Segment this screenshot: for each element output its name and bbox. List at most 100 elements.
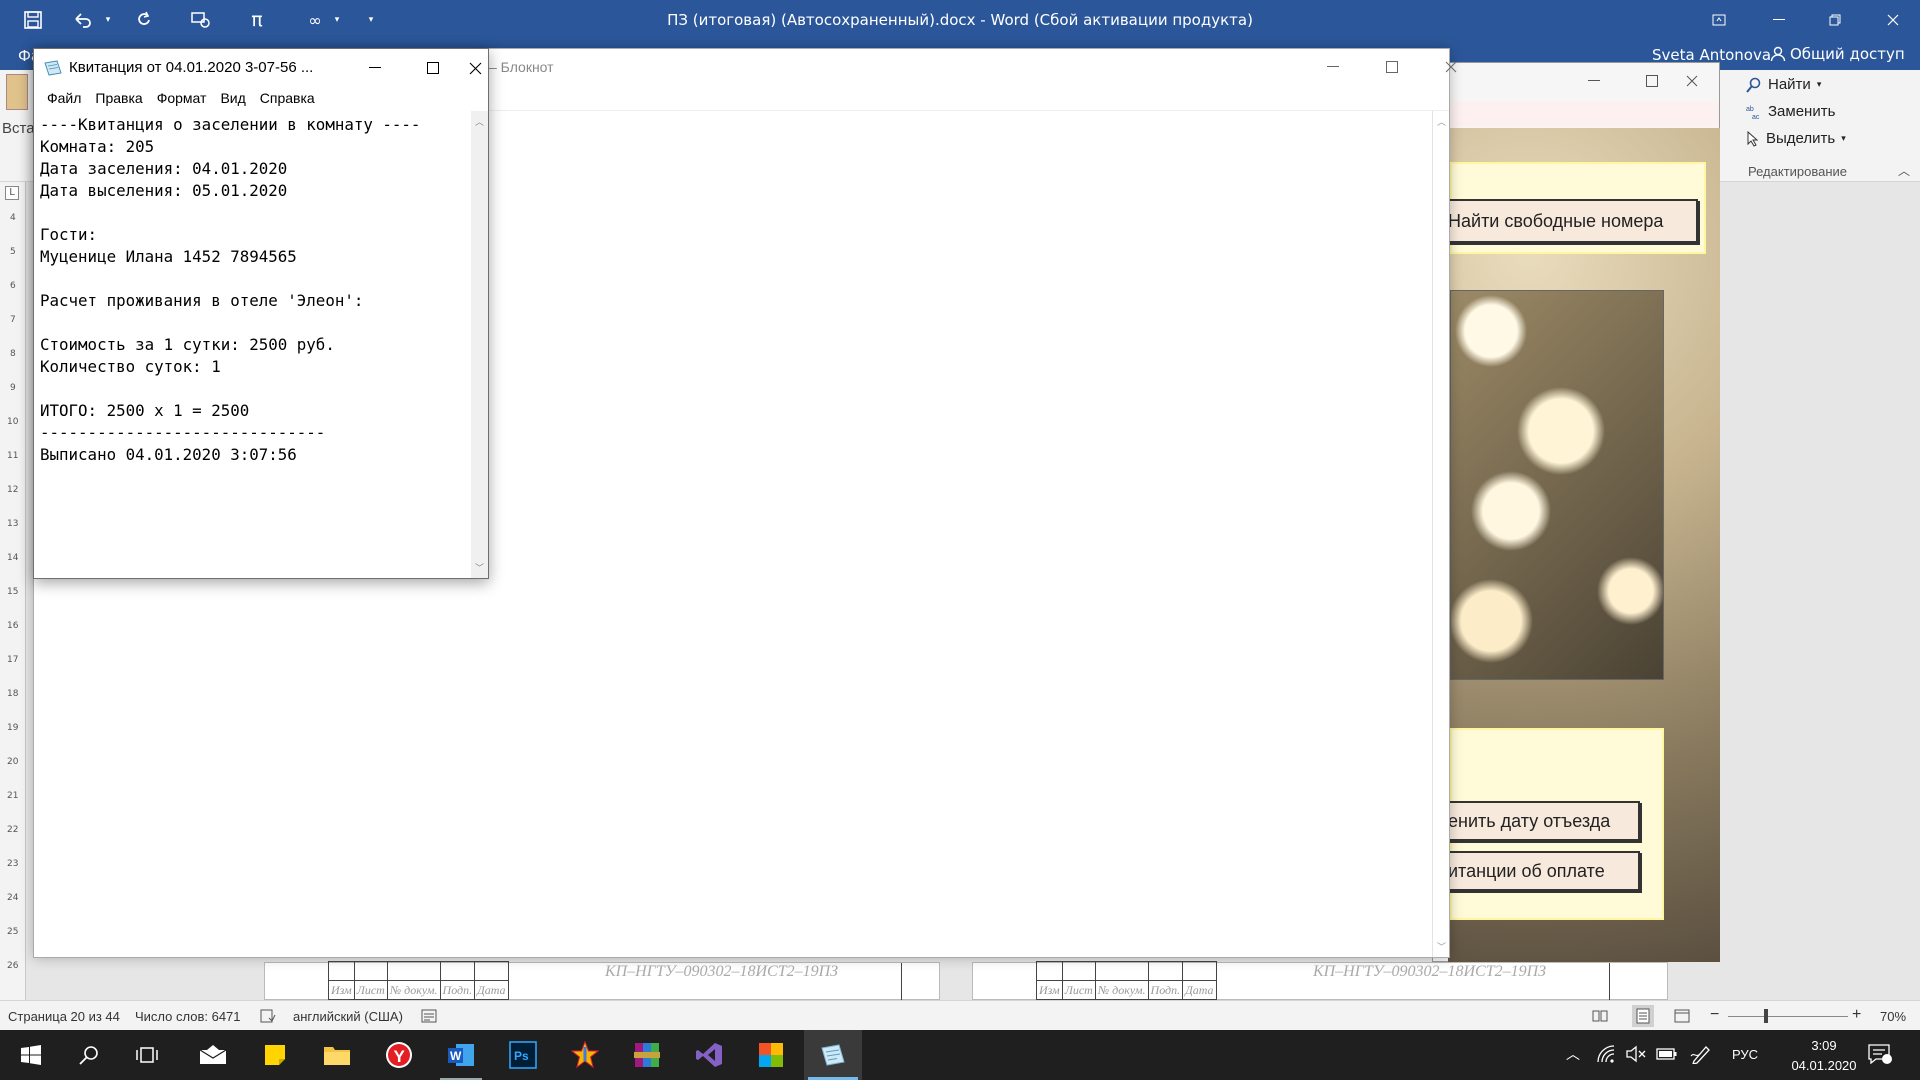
notepad-back-scrollbar[interactable]: ︿ ﹀ <box>1432 111 1449 957</box>
pen-icon[interactable] <box>1690 1044 1712 1064</box>
select-button[interactable]: Выделить ▾ <box>1746 130 1846 147</box>
clock[interactable]: 3:09 04.01.2020 <box>1764 1036 1884 1076</box>
word-restore-icon[interactable] <box>1812 0 1858 40</box>
print-receipt-button[interactable]: итанции об оплате <box>1440 851 1640 891</box>
notepad-minimize-icon[interactable] <box>346 49 404 87</box>
network-icon[interactable] <box>1596 1045 1616 1063</box>
replace-label: Заменить <box>1768 103 1836 120</box>
svg-text:14: 14 <box>7 553 19 563</box>
notepad-back-minimize-icon[interactable] <box>1304 49 1362 85</box>
text-line: Количество суток: 1 <box>40 357 221 376</box>
notepad-titlebar[interactable]: Квитанция от 04.01.2020 3-07-56 ... <box>34 49 488 87</box>
word-window-title: ПЗ (итоговая) (Автосохраненный).docx - W… <box>667 11 1253 29</box>
read-mode-icon[interactable] <box>1592 1009 1608 1023</box>
notifications-icon[interactable] <box>1868 1044 1892 1064</box>
menu-help[interactable]: Справка <box>253 87 322 111</box>
menu-edit[interactable]: Правка <box>88 87 149 111</box>
notepad-back-close-icon[interactable] <box>1422 49 1480 85</box>
sticky-notes-icon[interactable] <box>246 1030 304 1080</box>
mail-icon[interactable] <box>184 1030 242 1080</box>
svg-text:17: 17 <box>7 655 18 665</box>
text-line: Стоимость за 1 сутки: 2500 руб. <box>40 335 335 354</box>
app-tiles-icon[interactable] <box>742 1030 800 1080</box>
zoom-slider[interactable] <box>1728 1016 1848 1017</box>
collapse-ribbon-icon[interactable]: ︿ <box>1898 162 1910 179</box>
language-indicator[interactable]: английский (США) <box>293 1009 403 1024</box>
zoom-in-button[interactable]: + <box>1852 1006 1861 1024</box>
photoshop-icon[interactable]: Ps <box>494 1030 552 1080</box>
notepad-text-area[interactable]: ----Квитанция о заселении в комнату ----… <box>40 114 464 577</box>
document-page-left: Изм Лист № докум. Подп. Дата КП–НГТУ–090… <box>264 961 940 1001</box>
notepad-menubar: Файл Правка Формат Вид Справка <box>34 87 488 111</box>
notepad-scrollbar[interactable]: ︿ ﹀ <box>471 111 488 578</box>
find-button[interactable]: Найти ▾ <box>1746 76 1821 93</box>
cursor-icon <box>1747 130 1759 147</box>
text-line: ​ <box>40 202 464 224</box>
scroll-down-icon[interactable]: ﹀ <box>1437 940 1446 953</box>
share-button[interactable]: Общий доступ <box>1770 45 1905 63</box>
menu-file[interactable]: Файл <box>40 87 88 111</box>
start-icon[interactable] <box>2 1030 60 1080</box>
clipboard-icon[interactable] <box>6 74 28 110</box>
svg-text:13: 13 <box>7 519 18 529</box>
input-language[interactable]: РУС <box>1732 1047 1758 1062</box>
visual-studio-icon[interactable] <box>680 1030 738 1080</box>
find-free-rooms-button[interactable]: Найти свободные номера <box>1440 199 1698 243</box>
volume-muted-icon[interactable] <box>1626 1045 1646 1063</box>
notepad-close-icon[interactable] <box>462 49 488 87</box>
paste-button[interactable]: Вста <box>2 120 35 137</box>
tab-selector-icon[interactable]: L <box>5 186 19 200</box>
notepad-maximize-icon[interactable] <box>404 49 462 87</box>
ribbon-display-options-icon[interactable] <box>1696 0 1742 40</box>
proofing-icon[interactable] <box>260 1009 276 1023</box>
scroll-up-icon[interactable]: ︿ <box>1437 115 1446 128</box>
svg-text:7: 7 <box>10 315 16 325</box>
word-count[interactable]: Число слов: 6471 <box>135 1009 241 1024</box>
menu-view[interactable]: Вид <box>213 87 252 111</box>
word-titlebar[interactable]: ▾ π ∞ ▾ ▾ ПЗ (итоговая) (Автосохраненный… <box>0 0 1920 40</box>
zoom-out-button[interactable]: − <box>1710 1006 1719 1024</box>
svg-text:25: 25 <box>7 927 18 937</box>
print-layout-icon[interactable] <box>1632 1005 1654 1027</box>
replace-button[interactable]: ab ac Заменить <box>1746 103 1835 120</box>
battery-icon[interactable] <box>1656 1046 1678 1062</box>
svg-text:Y: Y <box>394 1047 406 1066</box>
app-close-icon[interactable] <box>1663 63 1721 99</box>
menu-format[interactable]: Формат <box>150 87 214 111</box>
star-app-icon[interactable] <box>556 1030 614 1080</box>
svg-text:9: 9 <box>10 383 16 393</box>
zoom-slider-thumb[interactable] <box>1764 1009 1768 1023</box>
svg-text:ac: ac <box>1752 114 1760 120</box>
svg-text:W: W <box>450 1049 462 1063</box>
tray-overflow-icon[interactable]: ︿ <box>1566 1044 1580 1064</box>
scroll-down-icon[interactable]: ﹀ <box>475 561 484 574</box>
text-line: Муценице Илана 1452 7894565 <box>40 247 297 266</box>
clock-time: 3:09 <box>1811 1038 1837 1053</box>
page-counter[interactable]: Страница 20 из 44 <box>8 1009 120 1024</box>
svg-text:12: 12 <box>7 485 18 495</box>
stamp-header: Дата <box>1182 980 1217 1000</box>
change-departure-date-button[interactable]: енить дату отъезда <box>1440 801 1640 841</box>
task-view-icon[interactable] <box>118 1030 176 1080</box>
word-close-icon[interactable] <box>1870 0 1916 40</box>
macro-icon[interactable] <box>421 1009 437 1023</box>
word-icon[interactable]: W <box>432 1030 490 1080</box>
app-minimize-icon[interactable] <box>1565 63 1623 99</box>
search-icon <box>1746 77 1761 93</box>
zoom-level[interactable]: 70% <box>1880 1009 1906 1024</box>
winrar-icon[interactable] <box>618 1030 676 1080</box>
search-icon[interactable] <box>60 1030 118 1080</box>
svg-text:11: 11 <box>7 451 18 461</box>
notepad-back-maximize-icon[interactable] <box>1363 49 1421 85</box>
notepad-taskbar-icon[interactable] <box>804 1030 862 1080</box>
svg-text:15: 15 <box>7 587 18 597</box>
stamp-header: Дата <box>474 980 509 1000</box>
stamp-table-right: Изм Лист № докум. Подп. Дата <box>1036 961 1217 1000</box>
svg-text:21: 21 <box>7 791 18 801</box>
word-minimize-icon[interactable] <box>1756 0 1802 40</box>
web-layout-icon[interactable] <box>1674 1009 1690 1023</box>
scroll-up-icon[interactable]: ︿ <box>475 115 484 128</box>
file-explorer-icon[interactable] <box>308 1030 366 1080</box>
yandex-browser-icon[interactable]: Y <box>370 1030 428 1080</box>
svg-text:Ps: Ps <box>514 1049 529 1063</box>
